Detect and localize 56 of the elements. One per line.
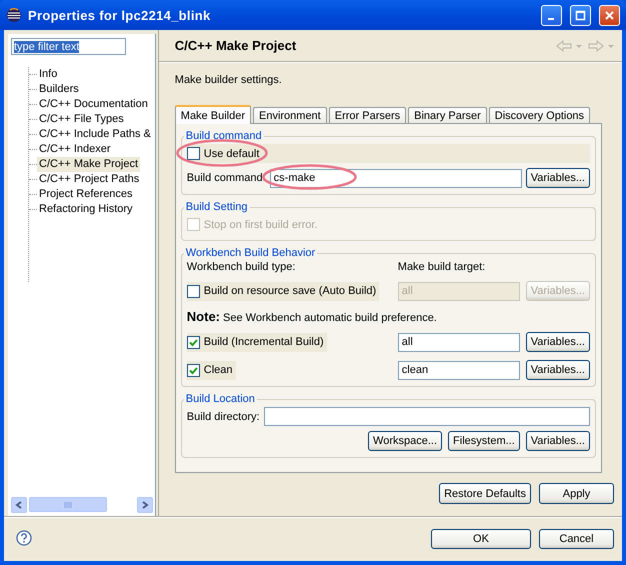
tree-item[interactable]: C/C++ File Types (37, 112, 126, 127)
tab[interactable]: Discovery Options (488, 107, 590, 123)
tab[interactable]: Binary Parser (408, 107, 487, 123)
page-title: C/C++ Make Project (174, 38, 298, 53)
checkbox[interactable]: Use default (186, 144, 262, 163)
tree-item[interactable]: C/C++ Indexer (37, 142, 113, 157)
tree-item[interactable]: Project References (37, 187, 135, 202)
help-icon[interactable] (16, 530, 32, 546)
tree-item[interactable]: C/C++ Documentation (37, 97, 150, 112)
page-description: Make builder settings. (174, 74, 283, 86)
build-target-field[interactable]: all (398, 332, 520, 352)
variables-button[interactable]: Variables... (526, 360, 590, 380)
field-label: Build command: (186, 172, 266, 184)
window-title: Properties for lpc2214_blink (28, 8, 212, 22)
tree-item[interactable]: Builders (37, 82, 81, 97)
column-label: Make build target: (398, 261, 486, 273)
checkmark-icon (188, 338, 198, 346)
build-command-field[interactable]: cs-make (270, 168, 522, 188)
build-target-field[interactable]: clean (398, 360, 520, 380)
field-label: Build directory: (186, 410, 260, 422)
page-button[interactable]: Restore Defaults (439, 483, 531, 504)
browse-button[interactable]: Variables... (526, 431, 590, 451)
filter-field[interactable]: type filter text (11, 38, 126, 55)
page-button[interactable]: Apply (539, 483, 614, 504)
column-label: Workbench build type: (186, 261, 296, 273)
app-icon (6, 7, 22, 23)
checkbox[interactable]: Build (Incremental Build) (186, 332, 327, 352)
browse-button[interactable]: Filesystem... (448, 431, 520, 451)
group-title: Build Location (184, 393, 256, 405)
build-directory-field[interactable] (264, 407, 590, 426)
checkmark-icon (188, 366, 198, 374)
maximize-icon[interactable] (570, 4, 591, 26)
tree-item[interactable]: Refactoring History (37, 202, 135, 217)
tree-item[interactable]: Info (37, 67, 60, 82)
browse-button[interactable]: Workspace... (368, 431, 442, 451)
tab[interactable]: Environment (252, 107, 327, 123)
checkbox[interactable]: Build on resource save (Auto Build) (186, 282, 380, 300)
minimize-icon[interactable] (541, 4, 562, 26)
close-icon[interactable] (599, 4, 620, 26)
scroll-thumb[interactable] (29, 497, 107, 512)
dialog-button[interactable]: Cancel (539, 529, 614, 549)
checkbox[interactable]: Clean (186, 360, 236, 380)
tab[interactable]: Make Builder (174, 105, 251, 124)
group-title: Workbench Build Behavior (184, 247, 316, 259)
tree-item[interactable]: C/C++ Make Project (37, 157, 140, 172)
variables-button[interactable]: Variables... (526, 168, 590, 188)
group-title: Build command (184, 130, 263, 142)
tab[interactable]: Error Parsers (328, 107, 406, 123)
dialog-button[interactable]: OK (431, 529, 531, 549)
variables-button[interactable]: Variables... (526, 332, 590, 352)
scroll-left-icon[interactable] (11, 496, 27, 512)
scroll-right-icon[interactable] (136, 496, 153, 512)
tree-item[interactable]: C/C++ Project Paths (37, 172, 142, 187)
note-text: Note: See Workbench automatic build preference. (186, 309, 438, 324)
group-title: Build Setting (184, 201, 249, 213)
tree-item[interactable]: C/C++ Include Paths & (37, 127, 153, 142)
